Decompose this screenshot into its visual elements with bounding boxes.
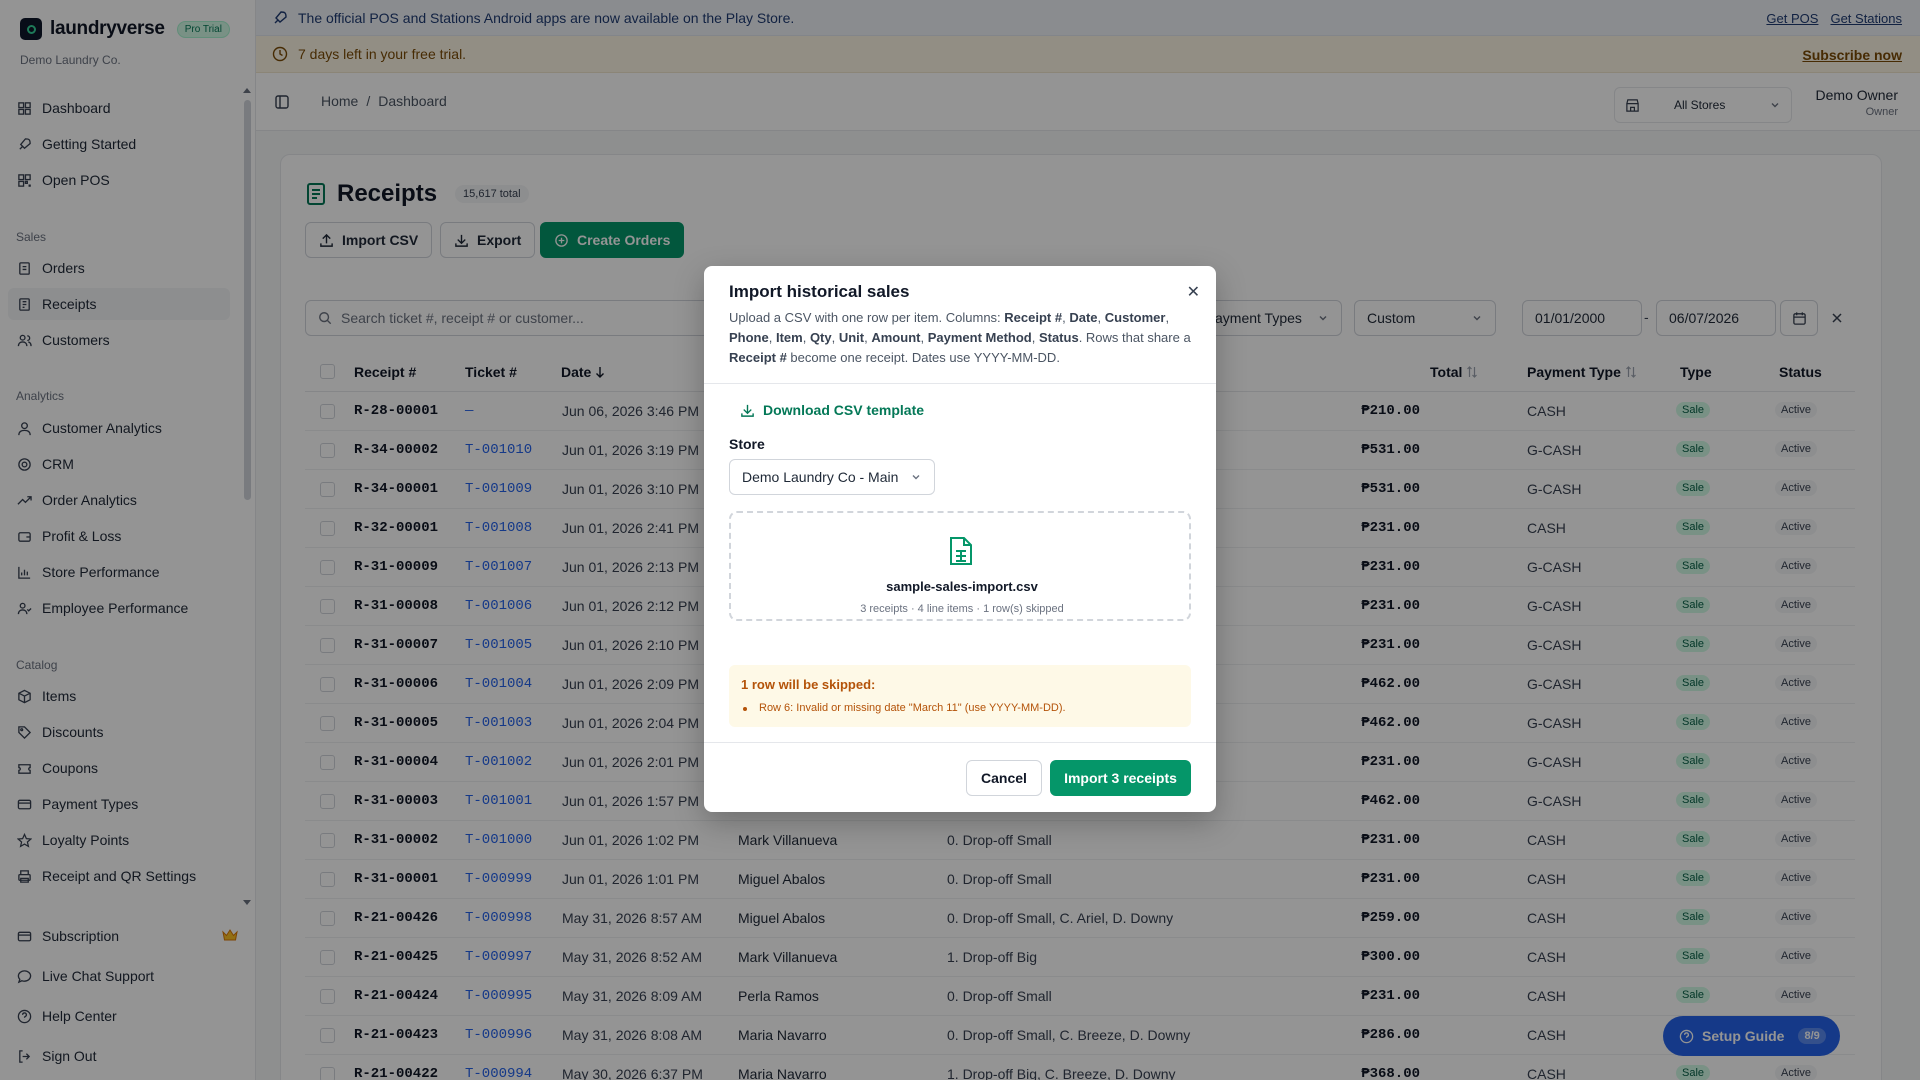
file-name: sample-sales-import.csv	[886, 579, 1038, 594]
close-icon[interactable]: ✕	[1187, 282, 1200, 302]
modal-divider	[704, 383, 1216, 384]
modal-description: Upload a CSV with one row per item. Colu…	[729, 310, 1191, 365]
download-template-link[interactable]: Download CSV template	[740, 402, 924, 418]
column-item: Item	[775, 330, 803, 345]
column-amount: Amount	[871, 330, 921, 345]
chevron-down-icon	[912, 475, 920, 480]
file-dropzone[interactable]: sample-sales-import.csv 3 receipts · 4 l…	[729, 511, 1191, 621]
warning-title: 1 row will be skipped:	[741, 677, 876, 692]
desc-mid: . Rows that share a	[1078, 330, 1191, 345]
column-customer: Customer	[1104, 310, 1166, 325]
bullet-icon	[743, 707, 747, 711]
file-stats: 3 receipts · 4 line items · 1 row(s) ski…	[860, 603, 1064, 615]
skipped-rows-warning: 1 row will be skipped: Row 6: Invalid or…	[729, 665, 1191, 727]
modal-title: Import historical sales	[729, 282, 910, 301]
desc-suffix: become one receipt. Dates use YYYY-MM-DD…	[786, 350, 1060, 365]
column-qty: Qty	[809, 330, 832, 345]
import-modal: Import historical sales ✕ Upload a CSV w…	[704, 266, 1216, 812]
store-select[interactable]: Demo Laundry Co - Main	[729, 459, 935, 495]
file-spreadsheet-icon	[950, 537, 972, 565]
desc-key: Receipt #	[729, 350, 787, 365]
desc-prefix: Upload a CSV with one row per item. Colu…	[729, 310, 1005, 325]
column-date: Date	[1069, 310, 1098, 325]
column-receipt: Receipt #	[1004, 310, 1063, 325]
column-status: Status	[1038, 330, 1079, 345]
column-phone: Phone	[729, 330, 769, 345]
modal-divider	[704, 742, 1216, 743]
store-select-value: Demo Laundry Co - Main	[742, 469, 899, 485]
download-icon	[741, 404, 754, 417]
cancel-button[interactable]: Cancel	[966, 760, 1042, 796]
download-template-label: Download CSV template	[763, 402, 925, 418]
store-field-label: Store	[729, 436, 765, 452]
import-receipts-button[interactable]: Import 3 receipts	[1050, 760, 1191, 796]
column-unit: Unit	[838, 330, 865, 345]
column-payment-method: Payment Method	[927, 330, 1032, 345]
warning-item: Row 6: Invalid or missing date "March 11…	[759, 702, 1066, 714]
